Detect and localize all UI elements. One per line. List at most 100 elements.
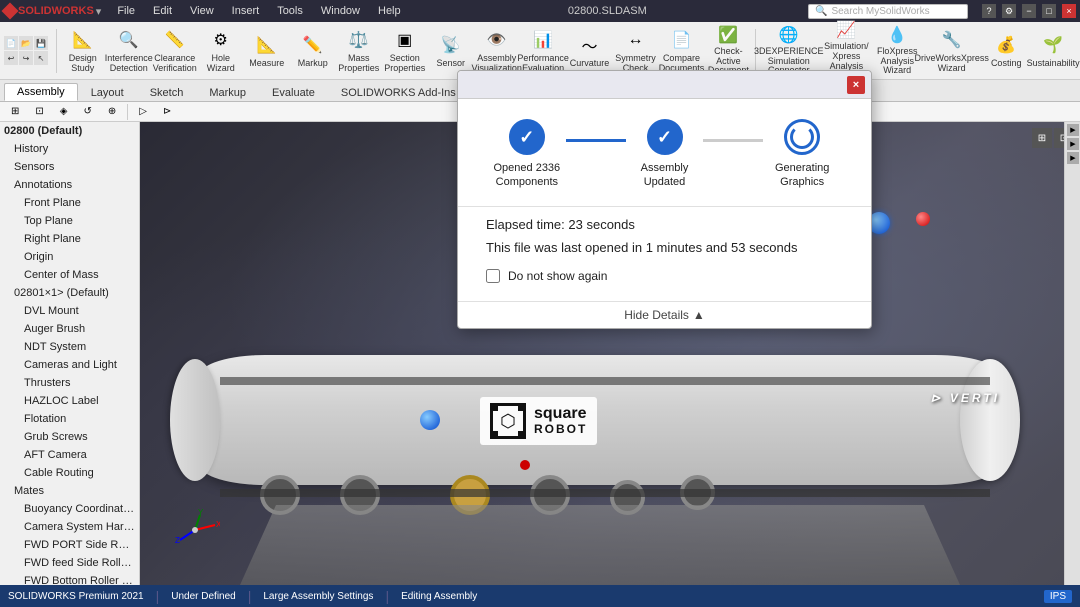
sidebar-item-fwd-feed[interactable]: FWD feed Side Roller Hardware: [0, 554, 139, 572]
logo-text: square ROBOT: [534, 406, 587, 436]
open-btn[interactable]: 📂: [19, 36, 33, 50]
tool-design-study[interactable]: 📐 DesignStudy: [61, 25, 105, 77]
status-defined: Under Defined: [171, 591, 235, 602]
robot-end-cap-left: [170, 359, 220, 481]
tool-costing[interactable]: 💰 Costing: [984, 25, 1028, 77]
sidebar-item-02801[interactable]: 02801×1> (Default): [0, 284, 139, 302]
tool-floxpress[interactable]: 💧 FloXpressAnalysisWizard: [875, 25, 919, 77]
sidebar-scroll[interactable]: 02800 (Default) History Sensors Annotati…: [0, 122, 139, 585]
sec-btn-3[interactable]: ◈: [53, 104, 75, 119]
tool-hole-wizard[interactable]: ⚙ HoleWizard: [199, 25, 243, 77]
last-opened-text: This file was last opened in 1 minutes a…: [486, 240, 843, 255]
sidebar-item-history[interactable]: History: [0, 140, 139, 158]
menu-edit[interactable]: Edit: [147, 0, 178, 22]
tool-clearance[interactable]: 📏 ClearanceVerification: [153, 25, 197, 77]
help-btn[interactable]: ?: [982, 4, 996, 18]
simulation-icon: 📈: [834, 20, 858, 40]
sidebar-item-ndt-system[interactable]: NDT System: [0, 338, 139, 356]
menu-tools[interactable]: Tools: [271, 0, 309, 22]
menu-file[interactable]: File: [111, 0, 141, 22]
sidebar-item-thrusters[interactable]: Thrusters: [0, 374, 139, 392]
tool-measure[interactable]: 📐 Measure: [245, 25, 289, 77]
tab-sketch[interactable]: Sketch: [137, 84, 197, 101]
sidebar-item-hazloc-label[interactable]: HAZLOC Label: [0, 392, 139, 410]
tool-simulation[interactable]: 📈 Simulation/XpressAnalysis Wizard: [820, 25, 874, 77]
tab-solidworks-addins[interactable]: SOLIDWORKS Add-Ins: [328, 84, 469, 101]
symmetry-icon: ↔: [623, 28, 647, 52]
sidebar-item-mates[interactable]: Mates: [0, 482, 139, 500]
select-btn[interactable]: ↖: [34, 51, 48, 65]
options-btn[interactable]: ⚙: [1002, 4, 1016, 18]
search-placeholder: Search MySolidWorks: [831, 6, 929, 17]
tool-curvature[interactable]: 〜 Curvature: [567, 25, 611, 77]
tab-evaluate[interactable]: Evaluate: [259, 84, 328, 101]
maximize-btn[interactable]: □: [1042, 4, 1056, 18]
sidebar-item-auger-brush[interactable]: Auger Brush: [0, 320, 139, 338]
tool-markup[interactable]: ✏️ Markup: [291, 25, 335, 77]
sidebar-item-front-plane[interactable]: Front Plane: [0, 194, 139, 212]
sec-btn-5[interactable]: ⊕: [101, 104, 123, 119]
tool-sensor[interactable]: 📡 Sensor: [429, 25, 473, 77]
right-btn-1[interactable]: ▶: [1067, 124, 1079, 136]
sidebar-item-fwd-bottom[interactable]: FWD Bottom Roller Hardware: [0, 572, 139, 585]
sidebar-item-dvl-mount[interactable]: DVL Mount: [0, 302, 139, 320]
view-btn-1[interactable]: ⊞: [1032, 128, 1052, 148]
tool-sustainability[interactable]: 🌱 Sustainability: [1030, 25, 1076, 77]
menu-window[interactable]: Window: [315, 0, 366, 22]
sidebar-item-origin[interactable]: Origin: [0, 248, 139, 266]
redo-btn[interactable]: ↪: [19, 51, 33, 65]
undo-btn[interactable]: ↩: [4, 51, 18, 65]
sidebar-root[interactable]: 02800 (Default): [0, 122, 139, 140]
tool-compare[interactable]: 📄 CompareDocuments: [659, 25, 703, 77]
tool-perf-eval[interactable]: 📊 PerformanceEvaluation: [521, 25, 566, 77]
mass-props-icon: ⚖️: [347, 28, 371, 52]
tool-3dexperience[interactable]: 🌐 3DEXPERIENCESimulationConnector: [760, 25, 818, 77]
costing-icon: 💰: [994, 33, 1018, 57]
minimize-btn[interactable]: −: [1022, 4, 1036, 18]
tool-mass-props[interactable]: ⚖️ MassProperties: [337, 25, 381, 77]
hide-details-button[interactable]: Hide Details ▲: [624, 308, 705, 322]
sec-btn-6[interactable]: ▷: [132, 104, 154, 119]
search-bar[interactable]: 🔍 Search MySolidWorks: [808, 4, 968, 19]
tab-markup[interactable]: Markup: [196, 84, 259, 101]
sidebar-item-grub-screws[interactable]: Grub Screws: [0, 428, 139, 446]
menu-insert[interactable]: Insert: [226, 0, 266, 22]
step-generating-label: Generating Graphics: [763, 161, 841, 190]
sec-btn-4[interactable]: ↺: [76, 104, 98, 119]
tool-assembly-viz[interactable]: 👁️ AssemblyVisualization: [475, 25, 519, 77]
sidebar-item-flotation[interactable]: Flotation: [0, 410, 139, 428]
logo-box: ⬡: [490, 403, 526, 439]
sidebar-item-cameras-light[interactable]: Cameras and Light: [0, 356, 139, 374]
sidebar-item-fwd-port[interactable]: FWD PORT Side Roller Hardware: [0, 536, 139, 554]
sidebar-item-top-plane[interactable]: Top Plane: [0, 212, 139, 230]
sidebar-item-annotations[interactable]: Annotations: [0, 176, 139, 194]
tab-layout[interactable]: Layout: [78, 84, 137, 101]
tool-interference[interactable]: 🔍 InterferenceDetection: [107, 25, 151, 77]
sec-btn-7[interactable]: ⊳: [156, 104, 178, 119]
sidebar-item-buoyancy[interactable]: Buoyancy Coordinate System +X: [0, 500, 139, 518]
new-btn[interactable]: 📄: [4, 36, 18, 50]
sidebar-item-camera-sys[interactable]: Camera System Hardware Patter: [0, 518, 139, 536]
right-btn-3[interactable]: ▶: [1067, 152, 1079, 164]
close-btn[interactable]: ×: [1062, 4, 1076, 18]
dialog-close-button[interactable]: ×: [847, 76, 865, 94]
sidebar-item-aft-camera[interactable]: AFT Camera: [0, 446, 139, 464]
menu-help[interactable]: Help: [372, 0, 407, 22]
design-study-icon: 📐: [71, 28, 95, 52]
sidebar-item-right-plane[interactable]: Right Plane: [0, 230, 139, 248]
tool-symmetry[interactable]: ↔ SymmetryCheck: [613, 25, 657, 77]
tab-assembly[interactable]: Assembly: [4, 83, 78, 101]
save-btn[interactable]: 💾: [34, 36, 48, 50]
tool-check-active[interactable]: ✅ Check-ActiveDocument: [705, 25, 751, 77]
menu-view[interactable]: View: [184, 0, 220, 22]
sidebar-item-center-mass[interactable]: Center of Mass: [0, 266, 139, 284]
right-btn-2[interactable]: ▶: [1067, 138, 1079, 150]
sec-btn-1[interactable]: ⊞: [4, 104, 26, 119]
sidebar-item-sensors[interactable]: Sensors: [0, 158, 139, 176]
tool-section[interactable]: ▣ SectionProperties: [383, 25, 427, 77]
do-not-show-checkbox[interactable]: [486, 269, 500, 283]
sidebar-item-cable-routing[interactable]: Cable Routing: [0, 464, 139, 482]
tool-driveworks[interactable]: 🔧 DriveWorksXpressWizard: [921, 25, 982, 77]
compare-icon: 📄: [669, 28, 693, 52]
sec-btn-2[interactable]: ⊡: [28, 104, 50, 119]
